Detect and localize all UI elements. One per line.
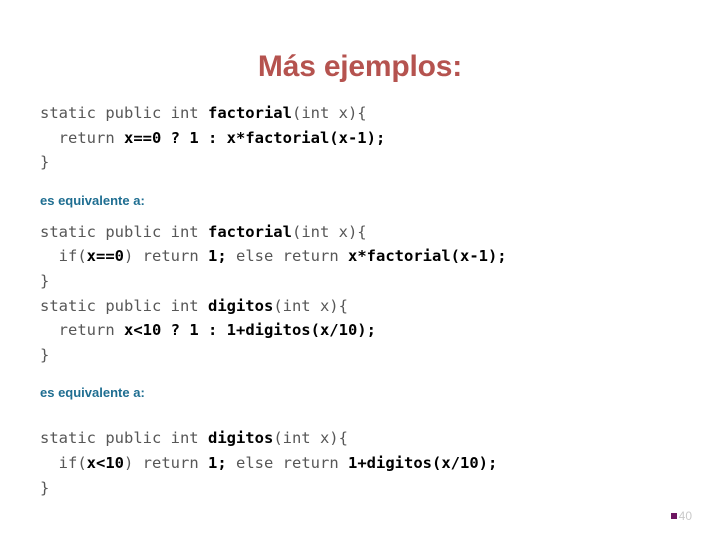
- code-line: static public int digitos(int x){: [40, 294, 688, 319]
- code-block-digitos-ifelse: static public int digitos(int x){ if(x<1…: [40, 426, 688, 500]
- code-token-emphasis: factorial: [207, 222, 292, 241]
- code-block-factorial-ternary: static public int factorial(int x){ retu…: [40, 101, 688, 175]
- code-token-emphasis: x==0: [86, 247, 124, 266]
- code-token-emphasis: digitos: [207, 296, 274, 315]
- equivalente-note-1: es equivalente a:: [40, 192, 145, 208]
- code-token: (int x){: [291, 222, 367, 241]
- code-line: if(x<10) return 1; else return 1+digitos…: [40, 451, 688, 476]
- code-line: static public int digitos(int x){: [40, 426, 688, 451]
- code-line: static public int factorial(int x){: [40, 101, 688, 126]
- code-token: ) return: [124, 247, 208, 266]
- code-token: static public int: [40, 104, 208, 122]
- code-token: static public int: [40, 429, 208, 448]
- code-token: return: [40, 321, 124, 340]
- code-token-emphasis: factorial: [207, 104, 292, 122]
- code-token: return: [40, 128, 124, 147]
- code-token: if(: [40, 247, 87, 266]
- code-token: }: [40, 271, 50, 290]
- code-token-emphasis: digitos: [207, 429, 274, 448]
- code-token-emphasis: x==0 ? 1 : x*factorial(x-1);: [124, 128, 386, 147]
- square-bullet-icon: [670, 513, 677, 519]
- code-token: static public int: [40, 296, 208, 315]
- code-token-emphasis: x<10 ? 1 : 1+digitos(x/10);: [124, 321, 376, 340]
- equivalente-note-2: es equivalente a:: [40, 385, 145, 401]
- code-token: static public int: [40, 222, 208, 241]
- slide-number: 40: [678, 509, 692, 523]
- code-token: (int x){: [273, 296, 348, 315]
- code-line: static public int factorial(int x){: [40, 220, 688, 245]
- code-line: return x==0 ? 1 : x*factorial(x-1);: [40, 126, 688, 151]
- code-line: }: [40, 476, 688, 501]
- code-token-emphasis: 1;: [208, 247, 227, 266]
- code-token: ) return: [124, 453, 208, 472]
- code-token-emphasis: 1;: [208, 453, 227, 472]
- code-line: if(x==0) return 1; else return x*factori…: [40, 244, 688, 269]
- code-line: }: [40, 343, 688, 368]
- code-token: if(: [40, 453, 87, 472]
- slide-footer: 40: [670, 509, 692, 523]
- code-line: }: [40, 269, 688, 294]
- code-token-emphasis: x*factorial(x-1);: [348, 247, 507, 266]
- code-token-emphasis: 1+digitos(x/10);: [348, 453, 498, 472]
- page-title: Más ejemplos:: [257, 50, 463, 83]
- code-line: return x<10 ? 1 : 1+digitos(x/10);: [40, 318, 688, 343]
- slide-content: static public int factorial(int x){ retu…: [40, 101, 688, 500]
- code-token: (int x){: [273, 429, 348, 448]
- code-token-emphasis: x<10: [86, 453, 124, 472]
- code-token: else return: [226, 247, 348, 266]
- code-token: }: [40, 345, 50, 364]
- code-token: else return: [226, 453, 348, 472]
- code-token: (int x){: [291, 104, 367, 122]
- code-block-factorial-digitos-ifelse: static public int factorial(int x){ if(x…: [40, 220, 688, 368]
- code-line: }: [40, 150, 688, 175]
- code-token: }: [40, 478, 50, 497]
- code-token: }: [40, 153, 50, 172]
